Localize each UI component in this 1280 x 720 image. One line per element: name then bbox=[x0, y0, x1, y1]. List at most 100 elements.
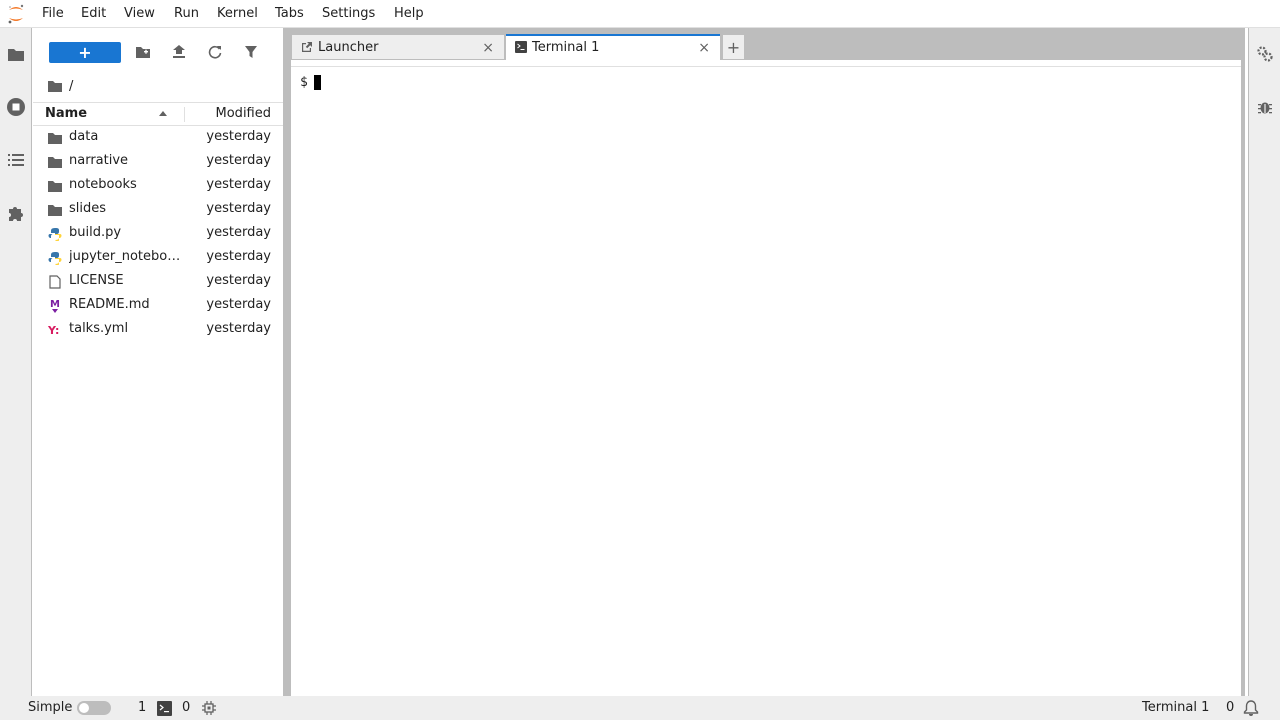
file-name: data bbox=[69, 129, 99, 144]
file-name: LICENSE bbox=[69, 273, 124, 288]
current-activity: Terminal 1 bbox=[1142, 700, 1210, 715]
new-launcher-button[interactable]: + bbox=[49, 42, 121, 63]
folder-icon bbox=[47, 202, 63, 218]
simple-mode-toggle[interactable] bbox=[77, 701, 111, 715]
filter-icon bbox=[245, 46, 257, 58]
tab-launcher[interactable]: Launcher × bbox=[291, 34, 505, 60]
add-tab-button[interactable]: + bbox=[722, 34, 745, 60]
new-folder-button[interactable] bbox=[135, 44, 151, 60]
home-folder-icon[interactable] bbox=[47, 79, 63, 93]
stop-circle-icon bbox=[7, 98, 25, 116]
plus-icon: + bbox=[78, 42, 92, 62]
menu-help[interactable]: Help bbox=[394, 6, 424, 21]
file-browser-tab[interactable] bbox=[0, 38, 32, 70]
refresh-icon bbox=[208, 45, 222, 59]
list-item[interactable]: build.py yesterday bbox=[33, 222, 283, 246]
svg-text:Y:: Y: bbox=[47, 324, 59, 337]
running-tab[interactable] bbox=[0, 91, 32, 123]
folder-icon bbox=[47, 130, 63, 146]
table-of-contents-tab[interactable] bbox=[0, 144, 32, 176]
property-inspector-tab[interactable] bbox=[1249, 38, 1280, 70]
file-modified: yesterday bbox=[206, 249, 271, 264]
list-item[interactable]: data yesterday bbox=[33, 126, 283, 150]
menu-run[interactable]: Run bbox=[174, 6, 199, 21]
breadcrumb-root[interactable]: / bbox=[69, 79, 73, 94]
launcher-icon bbox=[302, 42, 312, 52]
file-modified: yesterday bbox=[206, 177, 271, 192]
listing-header: Name Modified bbox=[33, 102, 283, 126]
bell-icon[interactable] bbox=[1243, 700, 1259, 716]
list-item[interactable]: Y: talks.yml yesterday bbox=[33, 318, 283, 342]
tab-bar: Launcher × Terminal 1 × + bbox=[291, 34, 1245, 61]
debugger-tab[interactable] bbox=[1249, 91, 1280, 123]
yaml-icon: Y: bbox=[47, 322, 63, 338]
kernels-count[interactable]: 1 bbox=[138, 700, 146, 715]
toggle-knob bbox=[79, 703, 89, 713]
main-dock-area: Launcher × Terminal 1 × + $ bbox=[291, 28, 1245, 696]
terminal-cursor bbox=[314, 75, 321, 90]
left-sidebar bbox=[0, 28, 32, 696]
column-name-header[interactable]: Name bbox=[45, 106, 87, 121]
notification-count[interactable]: 0 bbox=[1226, 700, 1234, 715]
terminals-count[interactable]: 0 bbox=[182, 700, 190, 715]
status-bar: Simple 1 0 Terminal 1 0 bbox=[0, 696, 1280, 720]
right-sidebar bbox=[1248, 28, 1280, 696]
menu-kernel[interactable]: Kernel bbox=[217, 6, 258, 21]
list-item[interactable]: jupyter_notebo… yesterday bbox=[33, 246, 283, 270]
menu-view[interactable]: View bbox=[124, 6, 155, 21]
gears-icon bbox=[1257, 46, 1273, 62]
list-icon bbox=[8, 154, 24, 166]
column-divider[interactable] bbox=[184, 107, 185, 122]
terminal-panel[interactable]: $ bbox=[291, 60, 1241, 696]
tab-label: Terminal 1 bbox=[532, 40, 600, 55]
bug-icon bbox=[1258, 102, 1272, 114]
menu-edit[interactable]: Edit bbox=[81, 6, 106, 21]
file-icon bbox=[47, 274, 63, 290]
terminal-prompt: $ bbox=[300, 75, 308, 90]
panel-splitter[interactable] bbox=[283, 28, 291, 696]
tab-terminal[interactable]: Terminal 1 × bbox=[506, 34, 720, 61]
file-modified: yesterday bbox=[206, 225, 271, 240]
menu-settings[interactable]: Settings bbox=[322, 6, 375, 21]
file-modified: yesterday bbox=[206, 273, 271, 288]
file-name: narrative bbox=[69, 153, 129, 168]
jupyter-logo-icon bbox=[8, 4, 24, 24]
list-item[interactable]: LICENSE yesterday bbox=[33, 270, 283, 294]
file-modified: yesterday bbox=[206, 129, 271, 144]
folder-icon bbox=[47, 154, 63, 170]
file-name: notebooks bbox=[69, 177, 137, 192]
new-folder-icon bbox=[136, 47, 150, 58]
upload-icon bbox=[173, 45, 185, 58]
terminal-divider bbox=[291, 66, 1241, 67]
file-modified: yesterday bbox=[206, 201, 271, 216]
folder-icon bbox=[8, 49, 24, 61]
folder-icon bbox=[47, 178, 63, 194]
upload-button[interactable] bbox=[171, 44, 187, 60]
list-item[interactable]: M README.md yesterday bbox=[33, 294, 283, 318]
refresh-button[interactable] bbox=[207, 44, 223, 60]
list-item[interactable]: slides yesterday bbox=[33, 198, 283, 222]
breadcrumb: / bbox=[47, 76, 73, 96]
file-listing: data yesterday narrative yesterday noteb… bbox=[33, 126, 283, 342]
markdown-icon: M bbox=[47, 298, 63, 314]
plus-icon: + bbox=[726, 37, 741, 57]
close-icon[interactable]: × bbox=[482, 40, 494, 56]
puzzle-icon bbox=[9, 207, 23, 221]
menu-file[interactable]: File bbox=[42, 6, 64, 21]
list-item[interactable]: narrative yesterday bbox=[33, 150, 283, 174]
column-modified-header[interactable]: Modified bbox=[216, 106, 271, 121]
filter-button[interactable] bbox=[243, 44, 259, 60]
python-icon bbox=[47, 226, 63, 242]
tab-label: Launcher bbox=[318, 40, 379, 55]
file-name: jupyter_notebo… bbox=[69, 249, 181, 264]
extensions-tab[interactable] bbox=[0, 197, 32, 229]
simple-mode-label: Simple bbox=[28, 700, 73, 715]
file-name: slides bbox=[69, 201, 107, 216]
terminal-icon[interactable] bbox=[157, 701, 172, 716]
file-modified: yesterday bbox=[206, 297, 271, 312]
cpu-icon[interactable] bbox=[202, 701, 216, 715]
menu-tabs[interactable]: Tabs bbox=[275, 6, 304, 21]
file-name: talks.yml bbox=[69, 321, 129, 336]
close-icon[interactable]: × bbox=[698, 40, 710, 56]
list-item[interactable]: notebooks yesterday bbox=[33, 174, 283, 198]
